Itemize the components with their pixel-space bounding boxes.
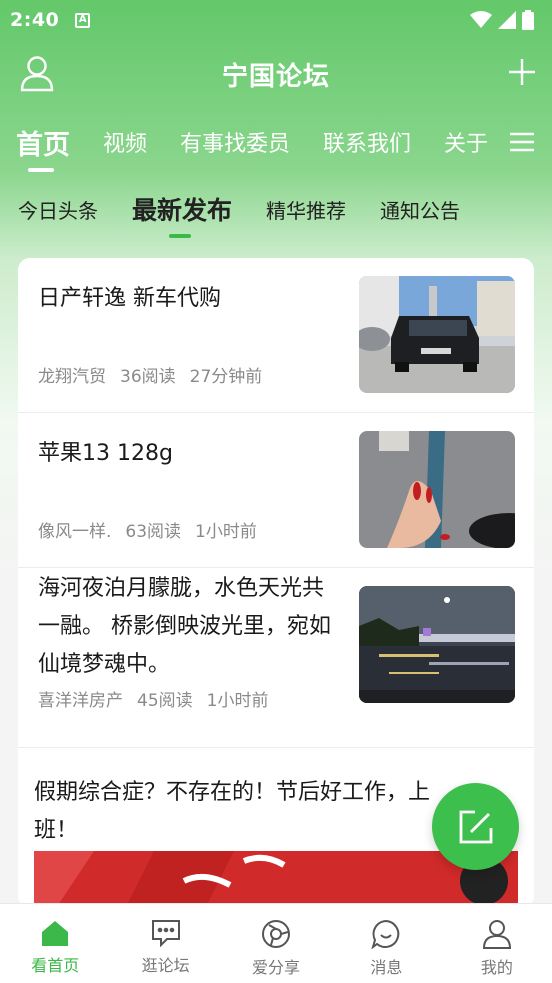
post-meta: 喜洋洋房产 45阅读 1小时前 (38, 686, 268, 711)
post-thumbnail (359, 276, 515, 393)
post-meta: 像风一样. 63阅读 1小时前 (38, 517, 257, 542)
post-reads: 36阅读 (120, 367, 176, 387)
post-author: 龙翔汽贸 (38, 367, 106, 387)
subtab-latest[interactable]: 最新发布 (132, 188, 232, 238)
status-time: 2:40 (10, 9, 60, 31)
menu-icon[interactable] (510, 132, 534, 156)
post-reads: 63阅读 (125, 522, 182, 542)
subtab-headlines[interactable]: 今日头条 (18, 188, 98, 224)
subtab-featured[interactable]: 精华推荐 (266, 188, 346, 224)
nav-messages[interactable]: 消息 (331, 904, 441, 983)
post-thumbnail (359, 431, 515, 548)
app-header: 宁国论坛 (0, 44, 552, 104)
tab-video[interactable]: 视频 (103, 118, 147, 158)
add-icon[interactable] (508, 58, 536, 90)
nav-share[interactable]: 爱分享 (221, 904, 331, 983)
wifi-icon (470, 11, 492, 28)
tab-committee[interactable]: 有事找委员 (180, 118, 290, 158)
list-item[interactable]: 日产轩逸 新车代购 龙翔汽贸 36阅读 27分钟前 (18, 258, 534, 413)
edit-icon (459, 810, 492, 843)
post-title: 海河夜泊月朦胧，水色天光共一融。 桥影倒映波光里，宛如仙境梦魂中。 (38, 576, 331, 677)
post-reads: 45阅读 (137, 691, 193, 711)
chat-icon (151, 920, 180, 947)
nav-label: 爱分享 (252, 958, 301, 977)
post-time: 1小时前 (206, 691, 269, 711)
nav-label: 我的 (480, 958, 513, 977)
sub-tabs: 今日头条 最新发布 精华推荐 通知公告 (0, 188, 552, 238)
list-item[interactable]: 海河夜泊月朦胧，水色天光共一融。 桥影倒映波光里，宛如仙境梦魂中。 喜洋洋房产 … (18, 568, 534, 748)
post-time: 1小时前 (195, 522, 257, 542)
tab-about[interactable]: 关于 (444, 118, 488, 158)
subtab-notices[interactable]: 通知公告 (380, 188, 460, 224)
notification-icon: A (75, 12, 91, 28)
post-author: 像风一样. (38, 522, 112, 542)
nav-forum[interactable]: 逛论坛 (110, 904, 220, 983)
post-thumbnail (359, 586, 515, 703)
battery-icon (522, 10, 534, 30)
post-meta: 龙翔汽贸 36阅读 27分钟前 (38, 362, 262, 387)
nav-label: 消息 (370, 958, 403, 977)
tab-contact[interactable]: 联系我们 (323, 118, 411, 158)
list-item[interactable]: 苹果13 128g 像风一样. 63阅读 1小时前 (18, 413, 534, 568)
post-author: 喜洋洋房产 (38, 691, 123, 711)
profile-icon (482, 920, 511, 949)
share-icon (262, 920, 291, 948)
nav-profile[interactable]: 我的 (442, 904, 552, 983)
user-icon[interactable] (20, 56, 54, 96)
post-title: 假期综合症？不存在的！节后好工作，上班！ (34, 780, 431, 843)
tab-home[interactable]: 首页 (16, 118, 70, 172)
main-tabs: 首页 视频 有事找委员 联系我们 关于 (0, 118, 500, 174)
signal-icon (498, 11, 516, 29)
message-icon (371, 919, 400, 949)
post-time: 27分钟前 (189, 367, 263, 387)
nav-label: 逛论坛 (141, 956, 190, 975)
nav-label: 看首页 (31, 956, 80, 975)
compose-button[interactable] (432, 783, 519, 870)
post-banner-image (34, 851, 518, 908)
post-title: 日产轩逸 新车代购 (38, 286, 221, 311)
bottom-navigation: 看首页 逛论坛 爱分享 消息 我的 (0, 903, 552, 983)
post-title: 苹果13 128g (38, 441, 173, 466)
status-icons (470, 10, 534, 30)
status-bar: 2:40 A (0, 0, 552, 40)
home-icon (42, 921, 69, 946)
nav-home[interactable]: 看首页 (0, 904, 110, 983)
page-title: 宁国论坛 (221, 61, 330, 92)
